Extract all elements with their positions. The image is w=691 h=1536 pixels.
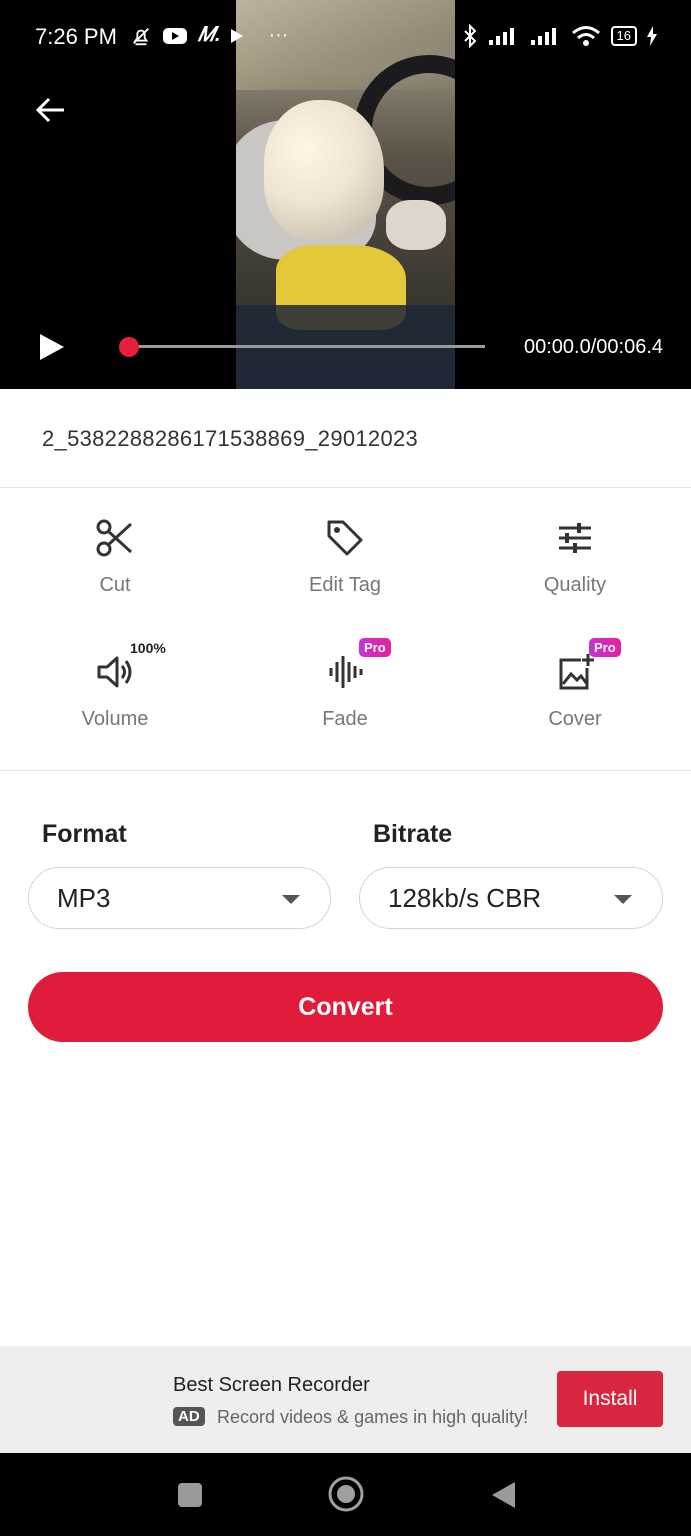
volume-icon: 100%: [93, 640, 166, 694]
add-image-icon: Pro: [553, 638, 621, 694]
ad-banner[interactable]: Best Screen Recorder AD Record videos & …: [0, 1346, 691, 1453]
bluetooth-icon: [463, 24, 476, 48]
convert-button[interactable]: Convert: [28, 972, 663, 1042]
seek-bar[interactable]: [125, 345, 485, 348]
tool-cover[interactable]: Pro Cover: [495, 638, 655, 731]
status-bar: 7:26 PM 𝑀. ··· 16: [0, 0, 691, 72]
format-value: MP3: [57, 882, 111, 913]
recents-button[interactable]: [170, 1475, 210, 1515]
back-nav-button[interactable]: [483, 1475, 523, 1515]
play-button[interactable]: [34, 330, 68, 364]
tag-icon: [323, 516, 367, 560]
square-icon: [178, 1483, 202, 1507]
ad-badge: AD: [173, 1407, 205, 1426]
mail-app-icon: 𝑀.: [198, 24, 221, 46]
format-select[interactable]: MP3: [28, 867, 331, 929]
video-scene-paw: [386, 200, 446, 250]
divider: [0, 770, 691, 771]
scissors-icon: [93, 516, 137, 560]
tool-edit-tag[interactable]: Edit Tag: [265, 516, 425, 597]
bitrate-value: 128kb/s CBR: [388, 882, 542, 913]
seek-thumb[interactable]: [119, 337, 139, 357]
signal-icon-2: [530, 28, 556, 45]
triangle-back-icon: [492, 1482, 515, 1508]
file-name: 2_5382288286171538869_29012023: [42, 426, 419, 451]
divider: [0, 487, 691, 488]
volume-percent: 100%: [130, 640, 166, 656]
navigation-bar: [0, 1453, 691, 1536]
play-icon: [40, 334, 64, 360]
waveform-icon: Pro: [323, 638, 391, 694]
tool-fade[interactable]: Pro Fade: [265, 638, 425, 731]
system-icons: 16: [463, 24, 657, 48]
chevron-down-icon: [282, 895, 300, 904]
wifi-icon: [571, 26, 600, 46]
video-player[interactable]: 7:26 PM 𝑀. ··· 16 00:00.0/00:06.4: [0, 0, 691, 389]
signal-icon: [488, 28, 514, 45]
youtube-icon: [163, 27, 187, 44]
tool-label: Edit Tag: [309, 574, 381, 596]
status-time: 7:26 PM: [35, 24, 117, 49]
sliders-icon: [553, 516, 597, 560]
tool-volume[interactable]: 100% Volume: [35, 640, 195, 731]
tool-label: Quality: [543, 574, 607, 596]
notification-icons: 𝑀. ···: [130, 24, 288, 47]
play-store-icon: [231, 28, 244, 43]
bitrate-label: Bitrate: [373, 820, 453, 848]
install-button[interactable]: Install: [557, 1371, 663, 1427]
more-notifications-icon: ···: [268, 24, 289, 46]
video-scene-cat: [264, 100, 384, 240]
ad-title: Best Screen Recorder: [173, 1374, 370, 1396]
tool-label: Volume: [81, 708, 149, 730]
format-label: Format: [42, 820, 127, 848]
charging-icon: [647, 26, 657, 46]
tool-label: Cover: [548, 708, 602, 730]
battery-icon: 16: [610, 26, 637, 46]
back-button[interactable]: [30, 90, 70, 130]
circle-icon: [328, 1476, 364, 1512]
time-readout: 00:00.0/00:06.4: [524, 336, 664, 358]
ad-description: Record videos & games in high quality!: [217, 1407, 529, 1427]
tool-cut[interactable]: Cut: [35, 516, 195, 597]
bitrate-select[interactable]: 128kb/s CBR: [359, 867, 663, 929]
tool-label: Fade: [322, 708, 368, 730]
home-button[interactable]: [325, 1473, 367, 1515]
tool-label: Cut: [99, 574, 131, 596]
arrow-left-icon: [35, 97, 64, 123]
pro-badge: Pro: [359, 638, 391, 657]
pro-badge: Pro: [589, 638, 621, 657]
chevron-down-icon: [614, 895, 632, 904]
muted-bell-icon: [133, 27, 149, 45]
tool-quality[interactable]: Quality: [495, 516, 655, 597]
